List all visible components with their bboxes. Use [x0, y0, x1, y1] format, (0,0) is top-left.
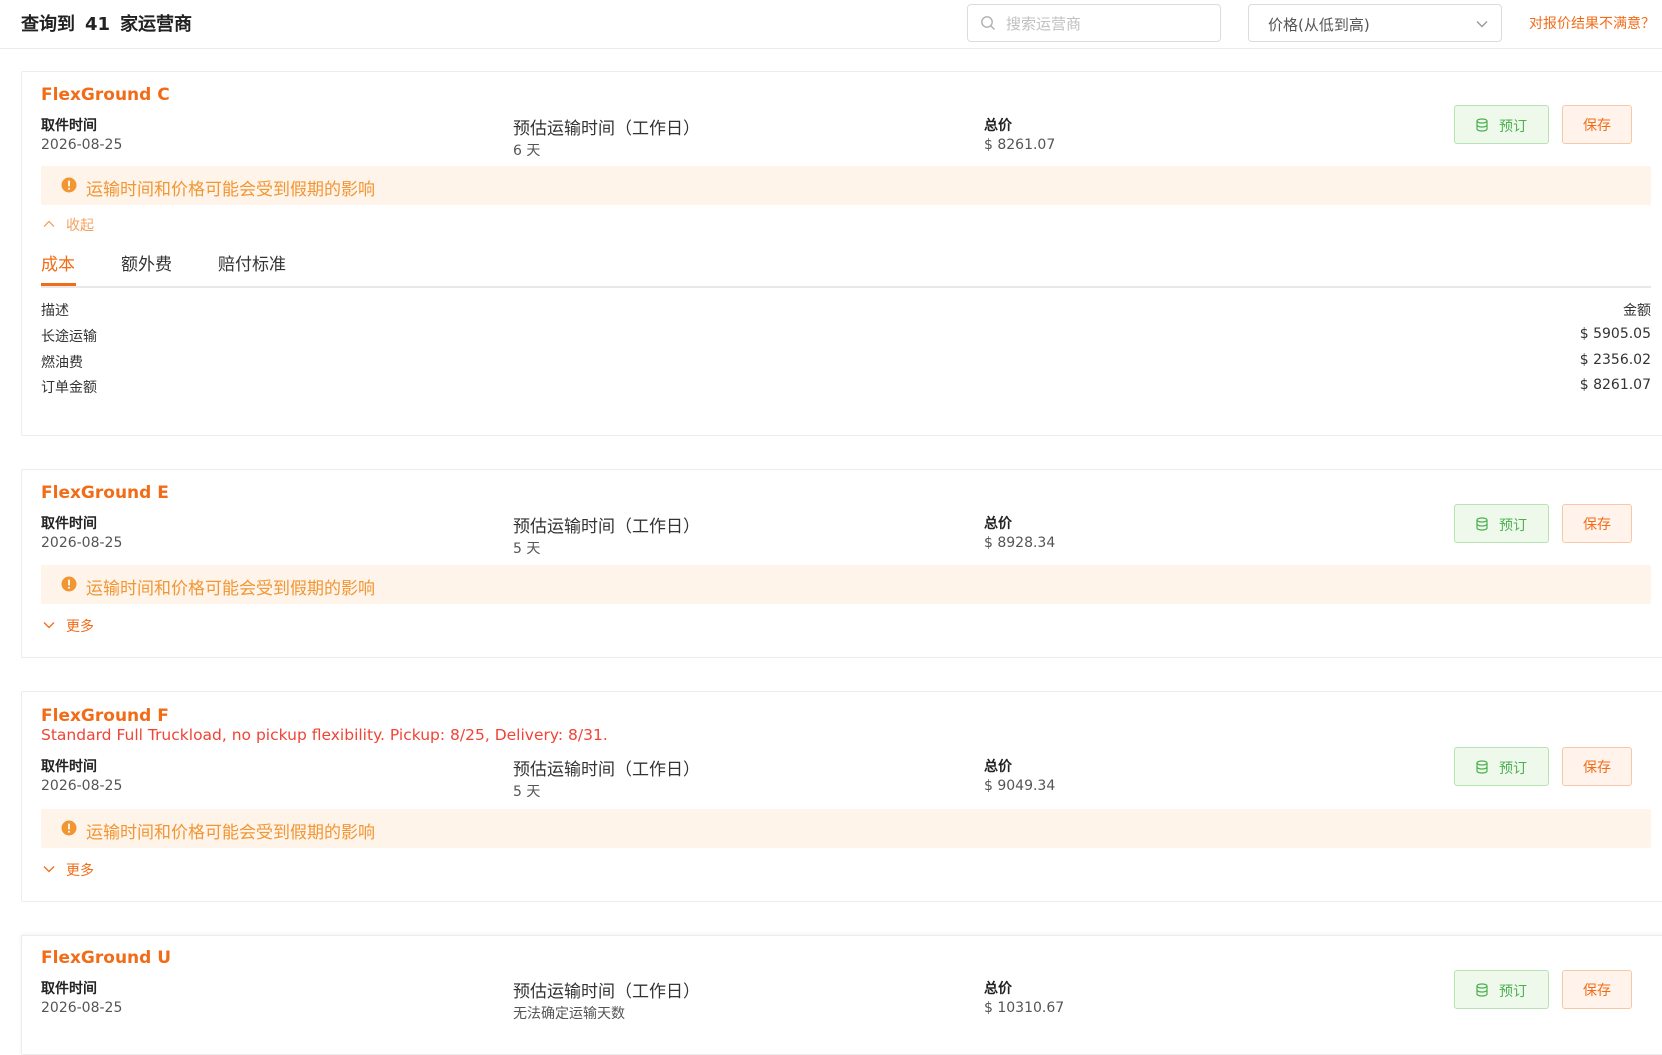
more-label: 更多 [66, 863, 94, 879]
carrier-name: FlexGround U [41, 948, 172, 968]
pickup-label: 取件时间 [41, 981, 97, 997]
cost-desc: 长途运输 [41, 329, 97, 345]
active-tab-indicator [41, 283, 76, 286]
tab-compensation[interactable]: 赔付标准 [218, 250, 286, 275]
holiday-notice-text: 运输时间和价格可能会受到假期的影响 [86, 823, 375, 843]
chevron-down-icon [43, 866, 55, 873]
result-suffix: 家运营商 [120, 14, 193, 35]
total-label: 总价 [984, 759, 1012, 775]
search-icon [981, 16, 995, 30]
warning-icon [61, 576, 77, 592]
total-price: $ 9049.34 [984, 778, 1056, 794]
holiday-notice: 运输时间和价格可能会受到假期的影响 [41, 809, 1651, 848]
transit-label: 预估运输时间（工作日） [513, 517, 700, 537]
holiday-notice: 运输时间和价格可能会受到假期的影响 [41, 565, 1651, 604]
book-button-label: 预订 [1499, 119, 1527, 135]
result-count: 41 [85, 14, 111, 35]
pickup-label: 取件时间 [41, 759, 97, 775]
cost-desc: 订单金额 [41, 380, 97, 396]
carrier-card: FlexGround F Standard Full Truckload, no… [21, 691, 1662, 902]
cost-header-desc: 描述 [41, 303, 69, 319]
total-label: 总价 [984, 118, 1012, 134]
pickup-label: 取件时间 [41, 118, 97, 134]
cost-amount: $ 8261.07 [1579, 377, 1651, 393]
chevron-up-icon [43, 220, 55, 227]
save-button[interactable]: 保存 [1562, 970, 1632, 1009]
results-header: 查询到 41 家运营商 价格(从低到高) 对报价结果不满意？ [0, 0, 1662, 49]
pickup-date: 2026-08-25 [41, 1000, 123, 1016]
transit-days: 5 天 [513, 541, 541, 557]
book-button[interactable]: 预订 [1454, 504, 1549, 543]
sort-selected-value: 价格(从低到高) [1268, 16, 1370, 34]
database-icon [1476, 517, 1488, 531]
transit-label: 预估运输时间（工作日） [513, 119, 700, 139]
result-prefix: 查询到 [21, 14, 75, 35]
book-button[interactable]: 预订 [1454, 105, 1549, 144]
chevron-down-icon [1476, 21, 1488, 28]
carrier-card: FlexGround C 取件时间 2026-08-25 预估运输时间（工作日）… [21, 71, 1662, 436]
transit-label: 预估运输时间（工作日） [513, 760, 700, 780]
transit-label: 预估运输时间（工作日） [513, 982, 700, 1002]
transit-days: 6 天 [513, 143, 541, 159]
cost-desc: 燃油费 [41, 355, 83, 371]
cost-amount: $ 2356.02 [1579, 352, 1651, 368]
book-button-label: 预订 [1499, 518, 1527, 534]
cost-amount: $ 5905.05 [1579, 326, 1651, 342]
carrier-search-input[interactable] [1004, 11, 1213, 37]
tab-extra-fees[interactable]: 额外费 [121, 250, 172, 275]
carrier-card: FlexGround U 取件时间 2026-08-25 预估运输时间（工作日）… [21, 935, 1662, 1055]
holiday-notice-text: 运输时间和价格可能会受到假期的影响 [86, 579, 375, 599]
holiday-notice: 运输时间和价格可能会受到假期的影响 [41, 166, 1651, 205]
save-button[interactable]: 保存 [1562, 747, 1632, 786]
cost-row: 长途运输 $ 5905.05 [41, 326, 1651, 348]
pickup-date: 2026-08-25 [41, 137, 123, 153]
collapse-label: 收起 [66, 218, 94, 234]
unsatisfied-quote-link[interactable]: 对报价结果不满意？ [1529, 13, 1655, 33]
tab-cost[interactable]: 成本 [41, 250, 76, 286]
total-price: $ 10310.67 [984, 1000, 1065, 1016]
carrier-search-box[interactable] [967, 4, 1221, 42]
book-button[interactable]: 预订 [1454, 970, 1549, 1009]
more-label: 更多 [66, 619, 94, 635]
pickup-label: 取件时间 [41, 516, 97, 532]
total-label: 总价 [984, 981, 1012, 997]
transit-days: 无法确定运输天数 [513, 1006, 625, 1022]
database-icon [1476, 760, 1488, 774]
book-button-label: 预订 [1499, 761, 1527, 777]
result-count-title: 查询到 41 家运营商 [21, 10, 192, 36]
save-button[interactable]: 保存 [1562, 504, 1632, 543]
carrier-card: FlexGround E 取件时间 2026-08-25 预估运输时间（工作日）… [21, 469, 1662, 658]
pickup-date: 2026-08-25 [41, 535, 123, 551]
tab-cost-label: 成本 [41, 255, 75, 275]
detail-tabs: 成本 额外费 赔付标准 [41, 242, 1651, 288]
cost-row: 订单金额 $ 8261.07 [41, 377, 1651, 399]
warning-icon [61, 820, 77, 836]
total-price: $ 8928.34 [984, 535, 1056, 551]
carrier-name: FlexGround C [41, 85, 170, 105]
database-icon [1476, 983, 1488, 997]
warning-icon [61, 177, 77, 193]
pickup-date: 2026-08-25 [41, 778, 123, 794]
database-icon [1476, 118, 1488, 132]
save-button[interactable]: 保存 [1562, 105, 1632, 144]
carrier-name: FlexGround E [41, 483, 169, 503]
book-button-label: 预订 [1499, 984, 1527, 1000]
holiday-notice-text: 运输时间和价格可能会受到假期的影响 [86, 180, 375, 200]
chevron-down-icon [43, 622, 55, 629]
book-button[interactable]: 预订 [1454, 747, 1549, 786]
total-label: 总价 [984, 516, 1012, 532]
carrier-note: Standard Full Truckload, no pickup flexi… [41, 726, 608, 744]
carrier-name: FlexGround F [41, 706, 169, 726]
cost-row: 燃油费 $ 2356.02 [41, 352, 1651, 374]
transit-days: 5 天 [513, 784, 541, 800]
cost-header-amount: 金额 [1623, 303, 1651, 319]
sort-select[interactable]: 价格(从低到高) [1248, 4, 1502, 42]
total-price: $ 8261.07 [984, 137, 1056, 153]
cost-header-row: 描述 金额 [41, 300, 1651, 322]
